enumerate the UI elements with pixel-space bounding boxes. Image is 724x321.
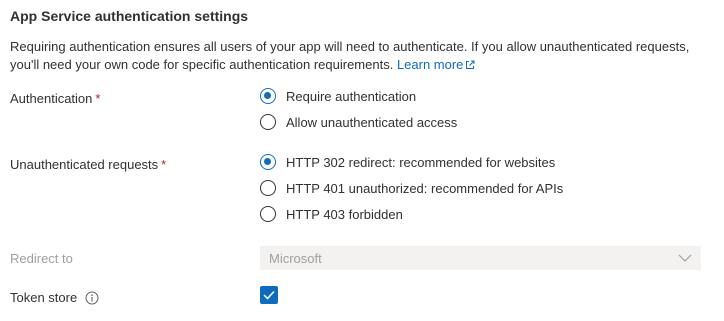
redirect-to-dropdown: Microsoft: [260, 246, 701, 270]
radio-http-403-forbidden[interactable]: HTTP 403 forbidden: [260, 204, 403, 224]
checkmark-icon: [263, 290, 275, 300]
radio-allow-unauthenticated[interactable]: Allow unauthenticated access: [260, 112, 457, 132]
section-description: Requiring authentication ensures all use…: [10, 38, 710, 75]
external-link-icon: [465, 57, 475, 75]
radio-http-302-redirect[interactable]: HTTP 302 redirect: recommended for websi…: [260, 152, 555, 172]
info-icon[interactable]: [85, 291, 99, 308]
radio-button[interactable]: [260, 180, 276, 196]
learn-more-link[interactable]: Learn more: [397, 57, 475, 72]
radio-label: HTTP 401 unauthorized: recommended for A…: [286, 180, 564, 196]
learn-more-label: Learn more: [396, 57, 464, 72]
token-store-label-text: Token store: [10, 290, 78, 305]
required-indicator: *: [95, 91, 101, 106]
authentication-label-text: Authentication: [10, 91, 93, 106]
unauthenticated-requests-label: Unauthenticated requests *: [10, 157, 166, 172]
token-store-label: Token store: [10, 290, 99, 308]
radio-label: HTTP 302 redirect: recommended for websi…: [286, 154, 556, 170]
radio-label: Require authentication: [286, 88, 417, 104]
dropdown-value: Microsoft: [269, 250, 322, 266]
authentication-label: Authentication *: [10, 91, 100, 106]
radio-button[interactable]: [260, 206, 276, 222]
radio-button-selected[interactable]: [260, 88, 276, 104]
required-indicator: *: [161, 157, 167, 172]
radio-button[interactable]: [260, 114, 276, 130]
token-store-checkbox[interactable]: [260, 286, 278, 304]
section-title: App Service authentication settings: [10, 8, 249, 24]
radio-label: Allow unauthenticated access: [286, 114, 458, 130]
radio-label: HTTP 403 forbidden: [286, 206, 403, 222]
unauthenticated-requests-label-text: Unauthenticated requests: [10, 157, 159, 172]
radio-require-authentication[interactable]: Require authentication: [260, 86, 416, 106]
radio-button-selected[interactable]: [260, 154, 276, 170]
radio-http-401-unauthorized[interactable]: HTTP 401 unauthorized: recommended for A…: [260, 178, 563, 198]
chevron-down-icon: [678, 254, 692, 262]
description-text: Requiring authentication ensures all use…: [10, 39, 690, 72]
redirect-to-label: Redirect to: [10, 251, 73, 266]
